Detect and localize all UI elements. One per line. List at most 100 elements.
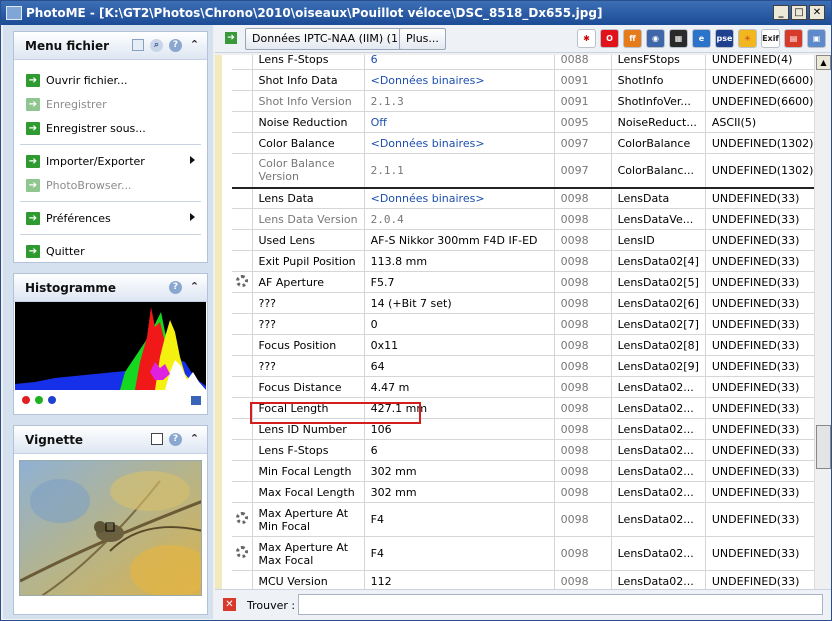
- photoshop-icon[interactable]: pse: [715, 29, 734, 48]
- table-row[interactable]: Max Aperture At Max Focal F4 0098 LensData0…: [232, 536, 821, 571]
- tag-name-cell: Used Lens: [251, 229, 365, 251]
- table-row[interactable]: AF Aperture F5.7 0098 LensData02[5] UNDEFINE…: [232, 271, 821, 293]
- channel-selector[interactable]: [22, 396, 56, 404]
- tag-value-cell: Off: [363, 111, 555, 133]
- table-row[interactable]: Noise Reduction Off 0095 NoiseReduct... ASCI…: [232, 111, 821, 133]
- tag-code-cell: 0097: [553, 132, 612, 154]
- opera-icon[interactable]: O: [600, 29, 619, 48]
- image-icon[interactable]: ▣: [807, 29, 826, 48]
- menu-item-save[interactable]: ➔ Enregistrer: [14, 92, 207, 116]
- menu-item-open[interactable]: ➔ Ouvrir fichier...: [14, 68, 207, 92]
- help-icon[interactable]: ?: [169, 281, 182, 294]
- menu-item-quit[interactable]: ➔ Quitter: [14, 239, 207, 263]
- menu-item-photobrowser[interactable]: ➔ PhotoBrowser...: [14, 173, 207, 197]
- scroll-up-button[interactable]: ▲: [816, 55, 831, 70]
- sun-icon[interactable]: ☀: [738, 29, 757, 48]
- focus-point-icon[interactable]: [151, 433, 163, 445]
- more-button[interactable]: Plus...: [399, 28, 446, 50]
- green-arrow-icon: ➔: [26, 73, 40, 87]
- tag-id-cell: LensData02[8]: [610, 334, 706, 356]
- firefox-icon[interactable]: ff: [623, 29, 642, 48]
- title-bar[interactable]: PhotoME - [K:\GT2\Photos\Chrono\2010\ois…: [1, 1, 831, 25]
- table-row[interactable]: Color Balance Version 2.1.1 0097 ColorBalan…: [232, 153, 821, 188]
- table-row[interactable]: Color Balance <Données binaires> 0097 Color…: [232, 132, 821, 154]
- help-icon[interactable]: ?: [169, 433, 182, 446]
- tag-name-cell: Color Balance: [251, 132, 365, 154]
- blue-channel-dot[interactable]: [48, 396, 56, 404]
- tag-code-cell: 0098: [553, 536, 612, 571]
- web-icon[interactable]: ◉: [646, 29, 665, 48]
- tag-name-cell: Lens Data: [251, 186, 365, 209]
- menu-item-preferences[interactable]: ➔ Préférences: [14, 206, 207, 230]
- tag-value-cell: 0: [363, 313, 555, 335]
- tag-value-cell: 14 (+Bit 7 set): [363, 292, 555, 314]
- red-channel-dot[interactable]: [22, 396, 30, 404]
- help-icon[interactable]: ?: [169, 39, 182, 52]
- table-row[interactable]: ??? 64 0098 LensData02[9] UNDEFINED(33): [232, 355, 821, 377]
- collapse-chevron-icon[interactable]: ⌃: [188, 433, 201, 446]
- table-row[interactable]: Used Lens AF-S Nikkor 300mm F4D IF-ED 0098…: [232, 229, 821, 251]
- tag-value-cell: 2.0.4: [363, 208, 555, 230]
- tag-code-cell: 0098: [553, 250, 612, 272]
- green-channel-dot[interactable]: [35, 396, 43, 404]
- window-icon[interactable]: [132, 39, 144, 51]
- table-row[interactable]: Lens F-Stops 6 0088 LensFStops UNDEFINED(4): [232, 55, 821, 70]
- table-row[interactable]: Lens F-Stops 6 0098 LensData02... UNDEFINED(…: [232, 439, 821, 461]
- tag-type-cell: UNDEFINED(33): [704, 397, 821, 419]
- ie-icon[interactable]: e: [692, 29, 711, 48]
- find-input[interactable]: [298, 594, 823, 615]
- histogram-panel: Histogramme ? ⌃: [13, 273, 208, 415]
- tag-value-cell: 113.8 mm: [363, 250, 555, 272]
- tag-code-cell: 0098: [553, 208, 612, 230]
- table-row[interactable]: Exit Pupil Position 113.8 mm 0098 LensData0…: [232, 250, 821, 272]
- windows-icon[interactable]: ▦: [669, 29, 688, 48]
- tag-code-cell: 0095: [553, 111, 612, 133]
- iptc-data-button[interactable]: Données IPTC-NAA (IIM) (1): [245, 28, 410, 50]
- table-row[interactable]: Min Focal Length 302 mm 0098 LensData02... U…: [232, 460, 821, 482]
- row-icon-cell: [232, 536, 253, 571]
- menu-item-import-export[interactable]: ➔ Importer/Exporter: [14, 149, 207, 173]
- table-row[interactable]: Max Focal Length 302 mm 0098 LensData02... U…: [232, 481, 821, 503]
- menu-item-save-as[interactable]: ➔ Enregistrer sous...: [14, 116, 207, 140]
- table-row[interactable]: Shot Info Version 2.1.3 0091 ShotInfoVer...…: [232, 90, 821, 112]
- collapse-chevron-icon[interactable]: ⌃: [188, 281, 201, 294]
- table-row[interactable]: ??? 14 (+Bit 7 set) 0098 LensData02[6] UNDEF…: [232, 292, 821, 314]
- vertical-scrollbar[interactable]: ▲ ▼: [814, 55, 831, 612]
- row-icon-cell: [232, 250, 253, 272]
- tag-type-cell: UNDEFINED(33): [704, 536, 821, 571]
- table-row[interactable]: ??? 0 0098 LensData02[7] UNDEFINED(33): [232, 313, 821, 335]
- green-arrow-icon: ➔: [26, 97, 40, 111]
- scroll-thumb[interactable]: [816, 425, 831, 469]
- gnome-icon[interactable]: ✱: [577, 29, 596, 48]
- histogram-options-icon[interactable]: [191, 396, 201, 405]
- exif-icon[interactable]: Exif: [761, 29, 780, 48]
- minimize-button[interactable]: _: [773, 5, 789, 20]
- tag-name-cell: ???: [251, 292, 365, 314]
- green-arrow-icon: ➔: [26, 211, 40, 225]
- table-row[interactable]: Shot Info Data <Données binaires> 0091 Shot…: [232, 69, 821, 91]
- table-row[interactable]: Lens Data Version 2.0.4 0098 LensDataVe... U…: [232, 208, 821, 230]
- tag-name-cell: Max Aperture At Min Focal: [251, 502, 365, 537]
- histogram-header: Histogramme ? ⌃: [14, 274, 207, 302]
- tag-id-cell: LensData02...: [610, 460, 706, 482]
- go-arrow-icon[interactable]: ➔: [225, 32, 237, 44]
- maximize-button[interactable]: □: [791, 5, 807, 20]
- search-icon[interactable]: ⌕: [150, 39, 163, 52]
- close-button[interactable]: ✕: [809, 5, 825, 20]
- tag-value-cell: 6: [363, 55, 555, 70]
- tag-id-cell: LensData02...: [610, 376, 706, 398]
- tag-type-cell: UNDEFINED(33): [704, 271, 821, 293]
- table-row[interactable]: Lens Data <Données binaires> 0098 LensData U…: [232, 186, 821, 209]
- report-icon[interactable]: ▤: [784, 29, 803, 48]
- close-find-icon[interactable]: ✕: [223, 598, 236, 611]
- collapse-chevron-icon[interactable]: ⌃: [188, 39, 201, 52]
- tag-name-cell: Lens Data Version: [251, 208, 365, 230]
- table-row[interactable]: Focus Distance 4.47 m 0098 LensData02... UND…: [232, 376, 821, 398]
- table-row[interactable]: Focus Position 0x11 0098 LensData02[8] UNDEF…: [232, 334, 821, 356]
- tag-id-cell: LensDataVe...: [610, 208, 706, 230]
- tag-id-cell: ShotInfoVer...: [610, 90, 706, 112]
- row-icon-cell: [232, 481, 253, 503]
- table-row[interactable]: Max Aperture At Min Focal F4 0098 LensData0…: [232, 502, 821, 537]
- row-icon-cell: [232, 153, 253, 188]
- tag-code-cell: 0098: [553, 502, 612, 537]
